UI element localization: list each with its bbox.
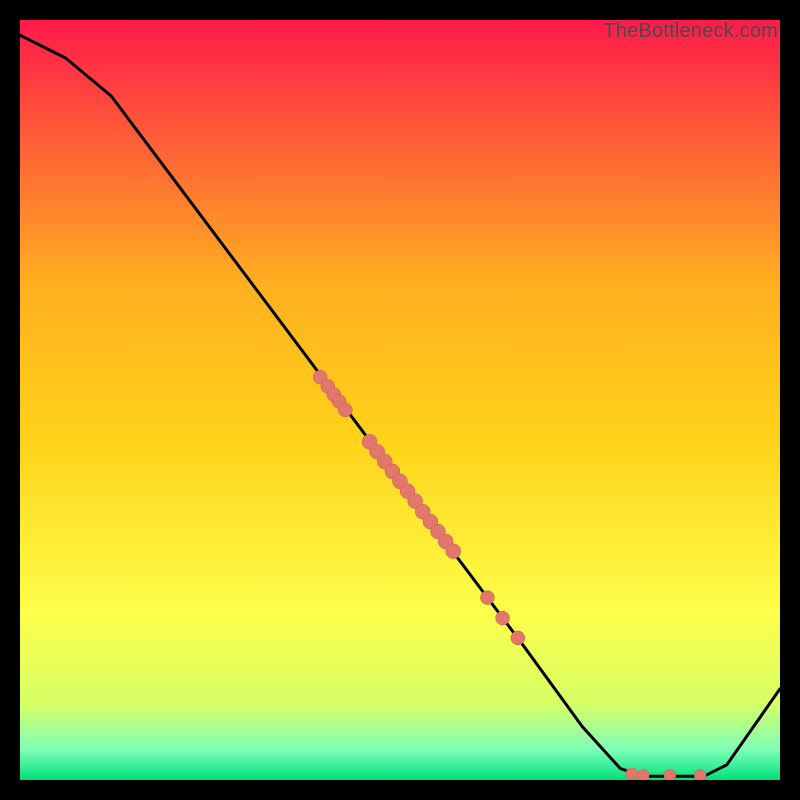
data-point [664,769,676,780]
data-point [694,769,706,780]
gradient-background [20,20,780,780]
data-point [637,769,649,780]
data-point [626,768,638,780]
data-point [511,631,525,645]
data-point [480,591,494,605]
data-point [338,403,352,417]
data-point [446,544,461,559]
data-point [496,611,510,625]
chart-frame: TheBottleneck.com [20,20,780,780]
chart-svg [20,20,780,780]
watermark-text: TheBottleneck.com [603,20,778,43]
